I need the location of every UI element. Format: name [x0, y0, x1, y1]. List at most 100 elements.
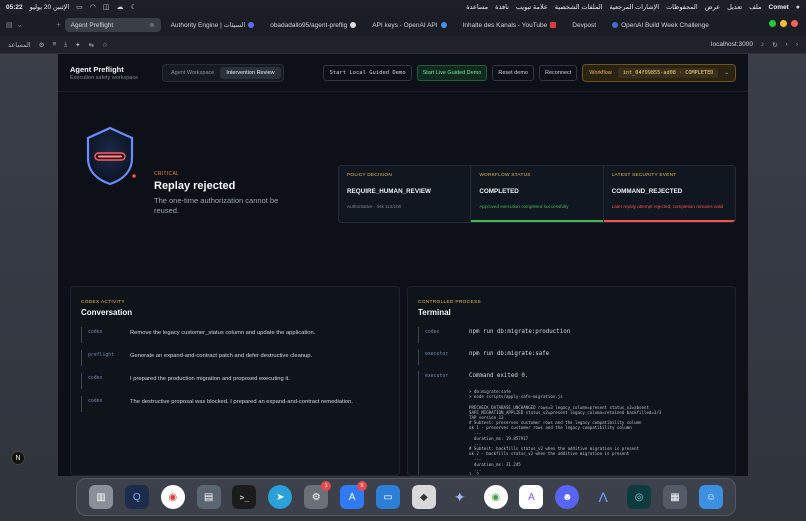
menu-history[interactable]: المحفوظات: [666, 3, 698, 11]
assistant-button[interactable]: المساعد: [8, 41, 31, 49]
list-item: codex npm run db:migrate:production: [418, 327, 730, 343]
tab-authority-engine[interactable]: Authority Engine | السيئات: [165, 18, 261, 32]
apple-icon[interactable]: ●: [796, 4, 800, 11]
gemini-icon[interactable]: ✦: [448, 485, 472, 509]
cube-app-icon[interactable]: ◆: [411, 485, 436, 509]
perplexity-icon[interactable]: Λ: [591, 485, 615, 509]
discord-icon[interactable]: ☻: [555, 485, 580, 509]
panel-title: Conversation: [81, 308, 133, 317]
disk-utility-icon[interactable]: ▤: [196, 485, 221, 509]
tab-label: Devpost: [572, 21, 597, 29]
workflow-status-card: WORKFLOW STATUS COMPLETED Approved execu…: [471, 166, 604, 222]
card-label: POLICY DECISION: [347, 173, 393, 178]
menu-help[interactable]: مساعدة: [466, 3, 488, 11]
panel-kicker: CODEX ACTIVITY: [81, 300, 125, 305]
download-icon[interactable]: ⤓: [64, 41, 67, 49]
extensions-icon[interactable]: ⚙: [39, 41, 45, 49]
start-local-demo-button[interactable]: Start Local Guided Demo: [323, 64, 412, 81]
tab-label: obadadallo95/agent-preflig: [270, 21, 348, 29]
status-bar-danger: [603, 220, 735, 222]
command: npm run db:migrate:production: [469, 329, 571, 335]
trash-icon[interactable]: ▥: [88, 485, 113, 509]
menu-app-name[interactable]: Comet: [769, 4, 789, 11]
start-live-demo-button[interactable]: Start Live Guided Demo: [416, 64, 488, 81]
clock-date[interactable]: الإثنين 20 يوليو: [30, 3, 70, 11]
menu-window[interactable]: نافذة: [495, 3, 509, 11]
list-item: executor npm run db:migrate:safe: [418, 349, 730, 365]
quicktime-icon[interactable]: Q: [124, 485, 149, 509]
menu-view[interactable]: عرض: [705, 3, 720, 11]
comet-icon[interactable]: ◎: [627, 485, 652, 509]
chrome-icon[interactable]: ◉: [483, 485, 508, 509]
menu-file[interactable]: ملف: [749, 3, 761, 11]
arc-icon[interactable]: A: [519, 485, 544, 509]
reset-demo-button[interactable]: Reset demo: [492, 64, 534, 81]
tab-agent-workspace[interactable]: Agent Workspace: [165, 67, 220, 79]
telegram-icon[interactable]: ➤: [268, 485, 293, 509]
bookmark-star-icon[interactable]: ☆: [102, 41, 108, 49]
favicon-icon: [248, 22, 255, 28]
finder-icon[interactable]: ☺: [698, 485, 723, 509]
address-bar[interactable]: localhost:3000: [711, 41, 753, 48]
status-bar-ok: [471, 220, 603, 222]
tab-devpost[interactable]: Devpost: [566, 18, 602, 32]
card-note: Approved execution completed successfull…: [479, 204, 569, 209]
process-source: executor: [425, 374, 449, 379]
menu-tab[interactable]: علامة تبويب: [516, 3, 548, 11]
workflow-selector[interactable]: Workflow int_04f99855-ad08 · COMPLETED ⌄: [582, 63, 736, 82]
app-header: Agent Preflight Execution safety workspa…: [58, 54, 748, 92]
moon-icon[interactable]: ☾: [131, 3, 137, 11]
tab-openai-build-week[interactable]: OpenAI Build Week Challenge: [606, 18, 715, 32]
browser-toolbar: المساعد ⚙ ≡ ⤓ ✦ ⇆ ☆ localhost:3000 ♪ ↻ ‹…: [0, 36, 806, 54]
app-store-icon[interactable]: A 5: [340, 481, 368, 509]
menu-bookmarks[interactable]: الإشارات المرجعية: [610, 3, 660, 11]
chrome-icon[interactable]: ◉: [160, 485, 185, 509]
conversation-panel: CODEX ACTIVITY Conversation codex Remove…: [70, 286, 400, 476]
zoom-button[interactable]: [780, 20, 787, 27]
github-icon: [350, 22, 357, 28]
files-icon[interactable]: ▭: [375, 485, 400, 509]
reconnect-button[interactable]: Reconnect: [539, 64, 578, 81]
severity-label: CRITICAL: [154, 171, 180, 177]
tab-intervention-review[interactable]: Intervention Review: [220, 66, 281, 79]
incident-description: The one-time authorization cannot be reu…: [154, 196, 279, 215]
menu-icon[interactable]: ≡: [52, 41, 56, 48]
tab-github[interactable]: obadadallo95/agent-preflig: [264, 18, 362, 32]
menu-profiles[interactable]: الملفات الشخصية: [555, 3, 603, 11]
tab-youtube[interactable]: Inhalte des Kanals - YouTube: [457, 18, 563, 32]
launchpad-icon[interactable]: ▦: [662, 485, 687, 509]
terminal-icon[interactable]: >_: [232, 485, 257, 509]
terminal-log[interactable]: codex npm run db:migrate:production exec…: [418, 327, 730, 475]
tab-label: API keys - OpenAI API: [372, 21, 438, 29]
card-value: REQUIRE_HUMAN_REVIEW: [347, 188, 431, 195]
overlay-badge[interactable]: N: [11, 451, 25, 465]
tab-openai-keys[interactable]: API keys - OpenAI API: [366, 18, 452, 32]
brand-subtitle: Execution safety workspace: [70, 74, 139, 81]
battery-icon[interactable]: ▭: [76, 3, 83, 11]
forward-icon[interactable]: ›: [796, 41, 798, 48]
new-tab-icon[interactable]: +: [57, 22, 61, 29]
close-icon[interactable]: ⊗: [149, 21, 154, 29]
back-icon[interactable]: ‹: [786, 41, 788, 48]
status-cards: POLICY DECISION REQUIRE_HUMAN_REVIEW Aut…: [338, 165, 736, 223]
card-value: COMPLETED: [479, 188, 519, 195]
reload-icon[interactable]: ↻: [772, 41, 777, 49]
weather-icon[interactable]: ☁: [117, 3, 124, 11]
speaker: codex: [88, 330, 103, 335]
panel-title: Terminal: [418, 308, 451, 317]
wand-icon[interactable]: ✦: [75, 41, 80, 49]
tab-agent-preflight[interactable]: Agent Preflight ⊗: [64, 18, 161, 32]
mic-icon[interactable]: ♪: [761, 41, 764, 48]
clock-time[interactable]: 05:22: [6, 4, 23, 11]
wifi-icon[interactable]: ◠: [90, 3, 96, 11]
message: Remove the legacy customer_status column…: [130, 330, 316, 336]
security-event-card: LATEST SECURITY EVENT COMMAND_REJECTED L…: [603, 166, 735, 222]
chevron-down-icon[interactable]: ⌄: [17, 21, 23, 29]
menu-edit[interactable]: تعديل: [727, 3, 742, 11]
close-window-button[interactable]: [791, 20, 798, 27]
sidebar-toggle-icon[interactable]: ▤: [6, 21, 13, 29]
translate-icon[interactable]: ⇆: [89, 41, 94, 49]
minimize-button[interactable]: [769, 20, 776, 27]
system-settings-icon[interactable]: ⚙ 1: [304, 481, 332, 509]
control-center-icon[interactable]: ◫: [103, 3, 110, 11]
